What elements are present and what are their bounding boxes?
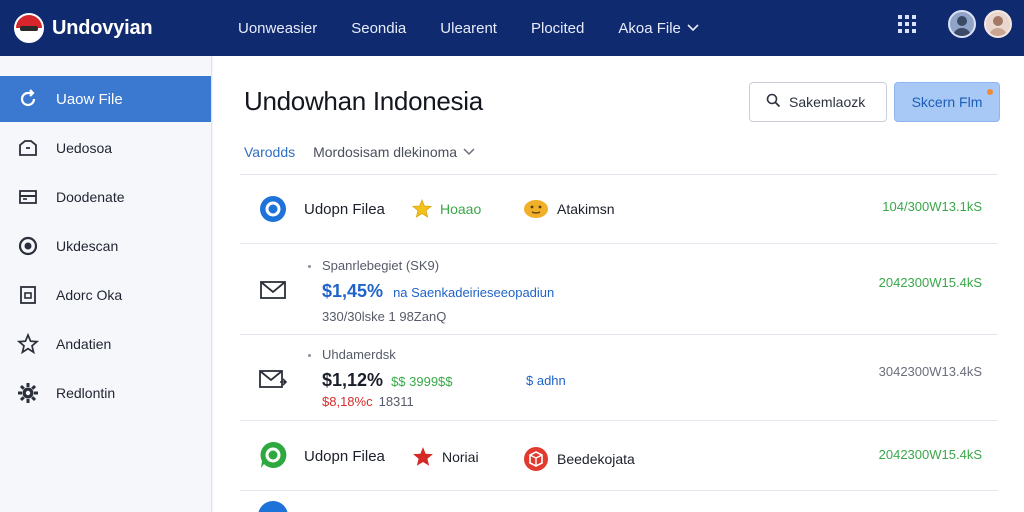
list-item[interactable]: Uhdamerdsk $1,12% $$ 3999$$ $ adhn $8,18… [240,334,998,420]
sub-tabs: Varodds Mordosisam dlekinoma [244,144,475,160]
item-date: 3042300W13.4kS [878,364,982,379]
sidebar-item-ukdescan[interactable]: Ukdescan [0,223,211,269]
price-value: $1,12% [322,370,384,390]
brand-name: Undovyian [52,16,153,39]
item-meta-label: Spanrlebegiet (SK9) [322,258,440,273]
mail-forward-icon [258,364,288,394]
item-tag: Noriai [412,446,479,468]
nav-link-1[interactable]: Uonweasier [238,20,317,37]
emoji-icon [523,199,549,219]
sidebar-item-redlontin[interactable]: Redlontin [0,370,211,416]
user-avatar[interactable] [984,10,1012,38]
apps-grid-icon[interactable] [898,15,916,33]
notification-dot [987,89,993,95]
item-tag: Hoaao [412,199,481,219]
item-name: Udopn Filea [304,201,385,218]
top-right-actions [898,10,1012,38]
sidebar-item-label: Andatien [56,336,112,352]
search-button-label: Sakemlaozk [789,94,866,110]
frame-icon [16,283,40,307]
chevron-down-icon[interactable] [463,145,475,159]
price-value: $1,45% [322,281,384,301]
primary-action-button[interactable]: Skcern Flm [894,82,1000,122]
item-owner: Beedekojata [523,446,635,472]
price-secondary: $8,18%c [322,394,373,409]
sidebar-item-label: Adorc Oka [56,287,123,303]
item-name: Udopn Filea [304,448,385,465]
sidebar-item-label: Uedosoa [56,140,113,156]
refresh-icon [16,87,40,111]
item-date: 2042300W15.4kS [878,275,982,290]
search-icon [766,93,781,111]
list-item[interactable]: Spanrlebegiet (SK9) $1,45% na Saenkadeir… [240,243,998,334]
item-owner-label: Beedekojata [557,451,635,467]
item-meta: Spanrlebegiet (SK9) [308,258,440,273]
chat-bubble-icon [258,440,288,470]
gear-icon [16,381,40,405]
card-icon [16,185,40,209]
brand[interactable]: Undovyian [0,13,212,43]
item-sub: 18311 [378,394,414,409]
circle-badge-icon [258,501,288,512]
item-sub: 330/30lske 1 98ZanQ [322,309,447,324]
price-line: $1,45% na Saenkadeirieseeopadiun [322,281,554,302]
item-meta-label: Uhdamerdsk [322,347,396,362]
sidebar-item-label: Ukdescan [56,238,119,254]
item-meta: Uhdamerdsk [308,347,396,362]
chevron-down-icon [687,21,699,35]
item-amount: $$ 3999$$ [391,374,453,389]
page-title: Undowhan Indonesia [244,86,483,116]
top-navigation-bar: Undovyian Uonweasier Seondia Ulearent Pl… [0,0,1024,56]
item-tag-label: Noriai [442,449,479,465]
item-date: 104/300W13.1kS [882,199,982,214]
circle-icon [16,234,40,258]
nav-link-dropdown[interactable]: Akoa File [618,20,699,37]
mail-icon [258,275,288,305]
nav-link-3[interactable]: Ulearent [440,20,497,37]
star-outline-icon [16,332,40,356]
sidebar-item-adorc-oka[interactable]: Adorc Oka [0,272,211,318]
item-description: na Saenkadeirieseeopadiun [393,285,555,300]
sidebar-item-uedosoa[interactable]: Uedosoa [0,125,211,171]
avatar[interactable] [948,10,976,38]
list-item[interactable] [240,490,998,512]
file-list: Udopn Filea Hoaao Atakimsn 104/300W13.1k… [240,174,998,512]
sidebar-item-label: Redlontin [56,385,116,401]
search-button[interactable]: Sakemlaozk [749,82,887,122]
item-date: 2042300W15.4kS [878,447,982,462]
star-icon [412,199,432,219]
main-content: Undowhan Indonesia Sakemlaozk Skcern Flm… [213,56,1024,512]
star-icon [412,446,434,468]
list-item[interactable]: Udopn Filea Noriai Beedekojata 2042300W1… [240,420,998,490]
circle-badge-icon [258,194,288,224]
nav-link-2[interactable]: Seondia [351,20,406,37]
nav-link-4[interactable]: Plocited [531,20,584,37]
nav-link-dropdown-label: Akoa File [618,19,681,37]
primary-action-label: Skcern Flm [911,94,983,110]
brand-logo-icon [14,13,44,43]
list-item[interactable]: Udopn Filea Hoaao Atakimsn 104/300W13.1k… [240,174,998,243]
price-line-secondary: $8,18%c 18311 [322,394,414,409]
item-admin[interactable]: $ adhn [526,373,566,388]
price-line: $1,12% $$ 3999$$ [322,370,453,391]
sidebar-item-label: Doodenate [56,189,125,205]
sidebar-item-uaow-file[interactable]: Uaow File [0,76,211,122]
tab-active[interactable]: Varodds [244,144,295,160]
sidebar-item-andatien[interactable]: Andatien [0,321,211,367]
filter-dropdown[interactable]: Mordosisam dlekinoma [313,144,457,160]
cube-icon [523,446,549,472]
sidebar: Uaow File Uedosoa Doodenate Ukdescan Ado… [0,56,212,512]
item-owner-label: Atakimsn [557,201,615,217]
sidebar-item-label: Uaow File [56,90,123,108]
item-tag-label: Hoaao [440,201,482,217]
top-nav: Uonweasier Seondia Ulearent Plocited Ako… [238,20,733,37]
item-owner: Atakimsn [523,199,615,219]
inbox-icon [16,136,40,160]
sidebar-item-doodenate[interactable]: Doodenate [0,174,211,220]
